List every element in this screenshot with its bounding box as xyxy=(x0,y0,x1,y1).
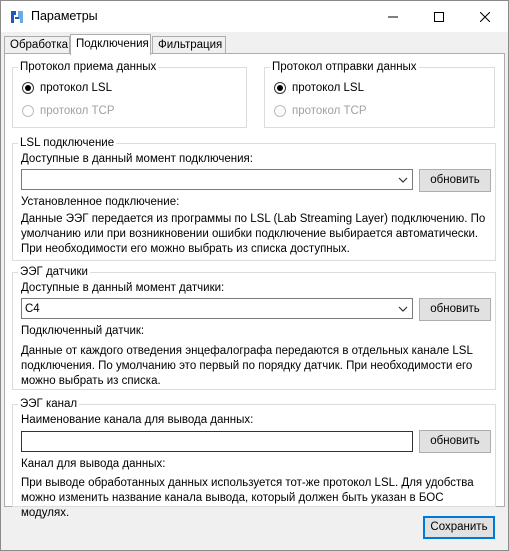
close-button[interactable] xyxy=(462,1,508,32)
maximize-icon xyxy=(434,11,444,22)
eeg-channel-group: ЭЭГ канал Наименование канала для вывода… xyxy=(12,397,496,519)
title-bar: Параметры xyxy=(1,1,508,32)
settings-window: Параметры Обработка Подключения Фильтрац… xyxy=(0,0,509,551)
lsl-description: Данные ЭЭГ передается из программы по LS… xyxy=(21,213,486,255)
tab-filtering[interactable]: Фильтрация xyxy=(152,36,226,54)
channel-refresh-button[interactable]: обновить xyxy=(419,430,491,453)
receive-protocol-title: Протокол приема данных xyxy=(18,60,159,74)
receive-tcp-radio[interactable]: протокол TCP xyxy=(22,105,115,117)
receive-lsl-label: протокол LSL xyxy=(40,82,112,94)
lsl-connection-title: LSL подключение xyxy=(18,136,117,150)
eeg-refresh-button[interactable]: обновить xyxy=(419,298,491,321)
channel-name-label: Наименование канала для вывода данных: xyxy=(21,414,254,426)
eeg-sensor-select[interactable]: C4 xyxy=(21,298,413,319)
eeg-sensor-value: C4 xyxy=(25,302,40,315)
minimize-icon xyxy=(388,16,398,17)
send-protocol-title: Протокол отправки данных xyxy=(270,60,419,74)
chevron-down-icon xyxy=(394,170,412,189)
radio-unchecked-icon xyxy=(274,105,286,117)
receive-tcp-label: протокол TCP xyxy=(40,105,115,117)
maximize-button[interactable] xyxy=(416,1,462,32)
lsl-established-label: Установленное подключение: xyxy=(21,196,180,208)
send-tcp-radio[interactable]: протокол TCP xyxy=(274,105,367,117)
connections-panel: Протокол приема данных протокол LSL прот… xyxy=(4,53,505,519)
eeg-channel-title: ЭЭГ канал xyxy=(18,397,80,411)
eeg-sensors-title: ЭЭГ датчики xyxy=(18,265,90,279)
lsl-connection-select[interactable] xyxy=(21,169,413,190)
eeg-sensors-group: ЭЭГ датчики Доступные в данный момент да… xyxy=(12,265,496,390)
lsl-refresh-button[interactable]: обновить xyxy=(419,169,491,192)
window-title: Параметры xyxy=(31,9,98,23)
eeg-sensors-description: Данные от каждого отведения энцефалограф… xyxy=(21,345,473,387)
tab-processing[interactable]: Обработка xyxy=(4,36,70,54)
app-icon xyxy=(9,9,25,25)
channel-name-input[interactable] xyxy=(21,431,413,452)
send-protocol-group: Протокол отправки данных протокол LSL пр… xyxy=(264,60,495,128)
radio-checked-icon xyxy=(274,82,286,94)
radio-checked-icon xyxy=(22,82,34,94)
lsl-connection-group: LSL подключение Доступные в данный момен… xyxy=(12,136,496,261)
eeg-channel-description: При выводе обработанных данных используе… xyxy=(21,477,474,519)
channel-output-label: Канал для вывода данных: xyxy=(21,458,166,470)
eeg-available-label: Доступные в данный момент датчики: xyxy=(21,282,225,294)
send-lsl-label: протокол LSL xyxy=(292,82,364,94)
minimize-button[interactable] xyxy=(370,1,416,32)
close-icon xyxy=(480,11,490,22)
eeg-connected-label: Подключенный датчик: xyxy=(21,325,145,337)
lsl-available-label: Доступные в данный момент подключения: xyxy=(21,153,253,165)
tab-connections[interactable]: Подключения xyxy=(70,34,151,55)
chevron-down-icon xyxy=(394,299,412,318)
save-button[interactable]: Сохранить xyxy=(423,516,495,539)
receive-protocol-group: Протокол приема данных протокол LSL прот… xyxy=(12,60,247,128)
radio-unchecked-icon xyxy=(22,105,34,117)
send-tcp-label: протокол TCP xyxy=(292,105,367,117)
tab-strip: Обработка Подключения Фильтрация xyxy=(1,34,508,55)
send-lsl-radio[interactable]: протокол LSL xyxy=(274,82,364,94)
receive-lsl-radio[interactable]: протокол LSL xyxy=(22,82,112,94)
